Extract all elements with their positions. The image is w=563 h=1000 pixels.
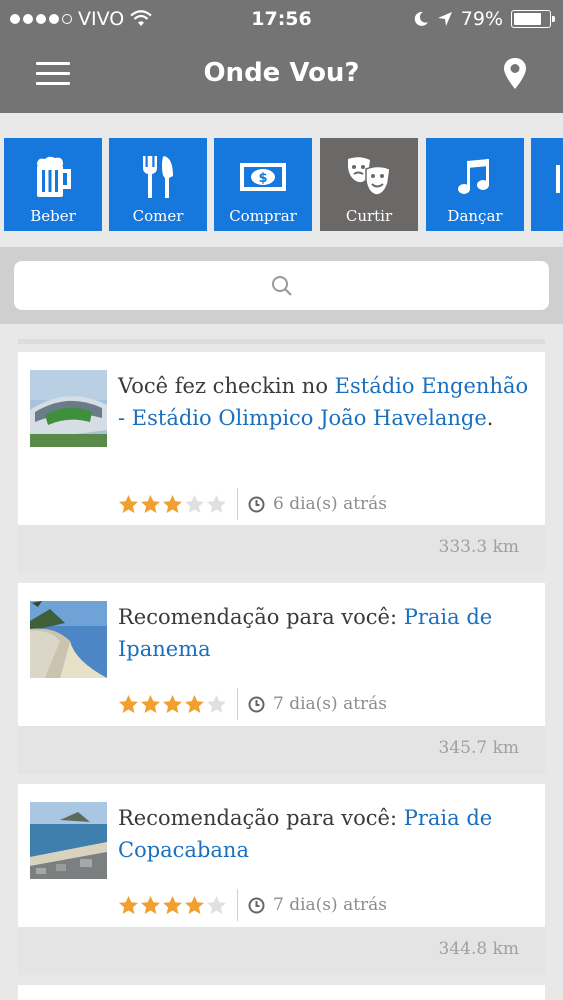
copacabana-beach-photo [30,802,107,879]
theater-masks-icon [348,157,391,196]
category-label: Curtir [345,207,393,225]
moon-icon [414,11,428,26]
category-curtir[interactable]: Curtir [320,138,418,231]
distance-bar: 333.3 km [18,525,545,573]
card-meta: 6 dia(s) atrás [118,488,387,520]
category-label: D [531,207,563,225]
fork-knife-icon [143,156,173,198]
time-ago: 7 dia(s) atrás [273,895,388,915]
category-label: Beber [30,207,76,225]
feed-card[interactable]: Recomendação para você: Praia de Copacab… [18,784,545,975]
map-pin-icon[interactable] [501,56,529,92]
star-filled-icon [119,494,138,513]
time-ago: 6 dia(s) atrás [273,494,388,514]
distance-bar: 345.7 km [18,726,545,774]
page-title: Onde Vou? [203,58,360,88]
star-filled-icon [185,694,204,713]
star-filled-icon [163,494,182,513]
star-filled-icon [119,694,138,713]
category-bar: Beber Comer $ Comprar Curtir Dançar [0,113,563,247]
battery-percent: 79% [460,8,503,30]
location-arrow-icon [437,12,452,26]
star-filled-icon [163,895,182,914]
star-empty-icon [207,494,226,513]
star-filled-icon [119,895,138,914]
star-filled-icon [141,694,160,713]
distance-bar: 344.8 km [18,927,545,975]
clock-icon [248,696,265,712]
card-text: Recomendação para você: Praia de Copacab… [118,806,493,862]
star-empty-icon [185,494,204,513]
search-input[interactable] [14,261,549,310]
card-meta: 7 dia(s) atrás [118,688,387,720]
music-note-icon [458,159,489,194]
partial-icon [556,165,560,193]
star-empty-icon [207,895,226,914]
app-header: VIVO 17:56 79% Onde Vou? [0,0,563,113]
svg-text:$: $ [258,171,267,186]
beer-mug-icon [37,156,71,197]
star-filled-icon [185,895,204,914]
category-beber[interactable]: Beber [4,138,102,231]
star-filled-icon [141,494,160,513]
star-empty-icon [207,694,226,713]
category-comer[interactable]: Comer [109,138,207,231]
navbar: Onde Vou? [0,38,563,113]
card-meta: 7 dia(s) atrás [118,889,387,921]
distance-label: 333.3 km [438,537,520,557]
money-bill-icon: $ [240,163,286,191]
rating-stars [118,494,227,515]
rating-stars [118,895,227,916]
feed-card[interactable]: Você fez checkin no Estádio Engenhão - E… [18,352,545,573]
category-label: Comprar [229,207,297,225]
rating-stars [118,694,227,715]
star-filled-icon [141,895,160,914]
distance-label: 345.7 km [438,738,520,758]
category-comprar[interactable]: $ Comprar [214,138,312,231]
battery-icon [511,10,555,28]
category-partial[interactable]: D [531,138,563,231]
category-label: Comer [132,207,184,225]
stadium-photo [30,370,107,447]
clock-icon [248,496,265,512]
feed: Você fez checkin no Estádio Engenhão - E… [0,324,563,1000]
distance-label: 344.8 km [438,939,520,959]
time-ago: 7 dia(s) atrás [273,694,388,714]
status-bar: VIVO 17:56 79% [0,0,563,38]
divider [18,339,545,344]
search-area [0,247,563,324]
clock-icon [248,897,265,913]
search-icon [271,275,292,296]
card-text: Você fez checkin no Estádio Engenhão - E… [118,374,529,430]
category-dancar[interactable]: Dançar [426,138,524,231]
category-label: Dançar [447,207,503,225]
feed-card[interactable] [18,985,545,1000]
card-text: Recomendação para você: Praia de Ipanema [118,605,493,661]
ipanema-beach-photo [30,601,107,678]
star-filled-icon [163,694,182,713]
feed-card[interactable]: Recomendação para você: Praia de Ipanema… [18,583,545,774]
